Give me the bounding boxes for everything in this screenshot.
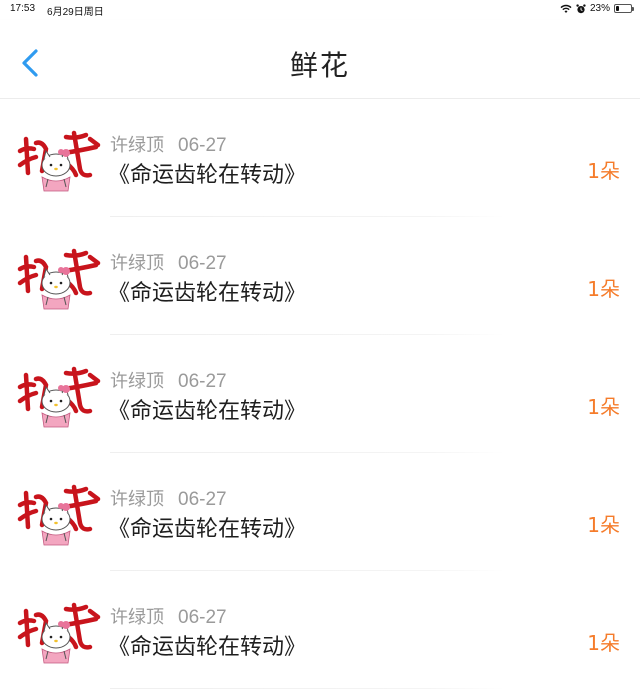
list-item[interactable]: 许绿顶 06-27 《命运齿轮在转动》 1朵 — [0, 99, 640, 217]
item-date: 06-27 — [178, 253, 227, 274]
item-user[interactable]: 许绿顶 — [110, 489, 164, 510]
avatar[interactable] — [16, 365, 102, 431]
item-book-title[interactable]: 《命运齿轮在转动》 — [108, 393, 306, 425]
item-book-title[interactable]: 《命运齿轮在转动》 — [108, 157, 306, 189]
item-date: 06-27 — [178, 135, 227, 156]
item-date: 06-27 — [178, 607, 227, 628]
list-item[interactable]: 许绿顶 06-27 《命运齿轮在转动》 1朵 — [0, 335, 640, 453]
flower-list: 许绿顶 06-27 《命运齿轮在转动》 1朵 许绿顶 06-27 《命运齿轮在转动》… — [0, 99, 640, 700]
status-right: 23% — [560, 3, 634, 14]
item-user[interactable]: 许绿顶 — [110, 371, 164, 392]
item-meta: 许绿顶 06-27 — [110, 485, 227, 511]
battery-percent: 23% — [589, 3, 610, 14]
status-bar: 17:53 6月29日周日 23% — [0, 0, 640, 20]
item-user[interactable]: 许绿顶 — [110, 253, 164, 274]
alarm-icon — [576, 3, 586, 13]
item-meta: 许绿顶 06-27 — [110, 603, 227, 629]
wifi-icon — [560, 4, 572, 13]
item-flower-count: 1朵 — [587, 395, 620, 419]
item-flower-count: 1朵 — [587, 513, 620, 537]
battery-icon — [614, 4, 634, 13]
list-item[interactable]: 许绿顶 06-27 《命运齿轮在转动》 1朵 — [0, 453, 640, 571]
status-time: 17:53 — [10, 3, 36, 14]
item-flower-count: 1朵 — [587, 277, 620, 301]
item-flower-count: 1朵 — [587, 159, 620, 183]
divider — [110, 688, 505, 689]
item-meta: 许绿顶 06-27 — [110, 367, 227, 393]
list-item[interactable]: 许绿顶 06-27 《命运齿轮在转动》 1朵 — [0, 217, 640, 335]
nav-bar: 鲜花 — [0, 20, 640, 99]
item-user[interactable]: 许绿顶 — [110, 135, 164, 156]
item-date: 06-27 — [178, 489, 227, 510]
battery-level — [616, 6, 619, 11]
item-user[interactable]: 许绿顶 — [110, 607, 164, 628]
page-title: 鲜花 — [289, 49, 350, 82]
item-meta: 许绿顶 06-27 — [110, 249, 227, 275]
item-book-title[interactable]: 《命运齿轮在转动》 — [108, 629, 306, 661]
status-left: 17:53 6月29日周日 — [10, 3, 104, 18]
avatar[interactable] — [16, 601, 102, 667]
avatar[interactable] — [16, 247, 102, 313]
avatar[interactable] — [16, 129, 102, 195]
list-item[interactable]: 许绿顶 06-27 《命运齿轮在转动》 1朵 — [0, 571, 640, 689]
item-flower-count: 1朵 — [587, 631, 620, 655]
status-date: 6月29日周日 — [47, 7, 104, 18]
avatar[interactable] — [16, 483, 102, 549]
item-book-title[interactable]: 《命运齿轮在转动》 — [108, 511, 306, 543]
item-meta: 许绿顶 06-27 — [110, 131, 227, 157]
item-book-title[interactable]: 《命运齿轮在转动》 — [108, 275, 306, 307]
item-date: 06-27 — [178, 371, 227, 392]
